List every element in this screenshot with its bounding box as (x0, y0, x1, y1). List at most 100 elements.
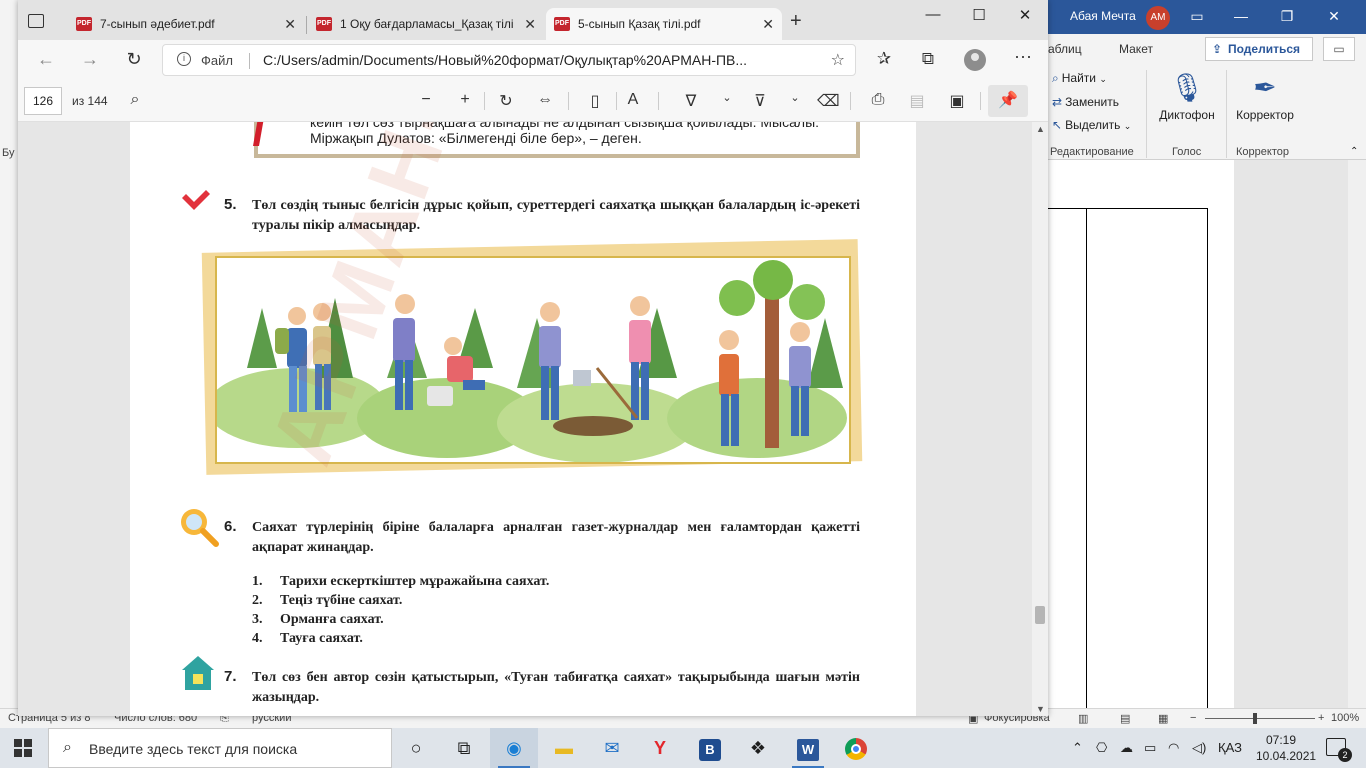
save-as-icon[interactable]: ▣ (946, 91, 968, 111)
info-icon[interactable]: i (177, 52, 191, 66)
read-mode-icon[interactable]: ▥ (1078, 712, 1088, 725)
tab-5-synyp-kazak-tili[interactable]: PDF 5-сынып Қазақ тілі.pdf ✕ (546, 8, 782, 40)
tab-7-synyp-adebiet[interactable]: PDF 7-сынып әдебиет.pdf ✕ (68, 8, 304, 40)
battery-icon[interactable]: ▭ (1144, 740, 1156, 756)
fit-page-icon[interactable]: ⇔ (534, 91, 556, 109)
page-number-input[interactable]: 126 (24, 87, 62, 115)
scroll-thumb[interactable] (1035, 606, 1045, 624)
chevron-down-icon[interactable]: ⌄ (784, 91, 806, 104)
scroll-down-icon[interactable]: ▼ (1036, 704, 1045, 714)
list-number: 1. (252, 574, 263, 589)
meet-now-icon[interactable]: ⎔ (1096, 740, 1107, 756)
bitrix-icon[interactable]: B (686, 728, 734, 768)
zoom-slider-thumb[interactable] (1253, 713, 1257, 724)
forward-arrow-icon[interactable]: → (78, 49, 102, 70)
close-tab-icon[interactable]: ✕ (762, 8, 774, 40)
word-avatar[interactable]: АМ (1146, 6, 1170, 30)
list-text: Тарихи ескерткіштер мұражайына саяхат. (280, 574, 550, 589)
zoom-in-icon[interactable]: + (1318, 712, 1324, 724)
word-tab-layout[interactable]: Макет (1119, 42, 1153, 56)
collections-icon[interactable]: ⧉ (916, 49, 940, 69)
minimize-icon[interactable]: — (921, 6, 945, 23)
draw-icon[interactable]: ∇ (680, 91, 702, 111)
comments-button[interactable]: ▭ (1323, 37, 1355, 61)
file-explorer-icon[interactable]: ▬ (540, 728, 588, 768)
zoom-out-icon[interactable]: − (1190, 712, 1196, 724)
scroll-up-icon[interactable]: ▲ (1036, 124, 1045, 134)
zoom-slider[interactable] (1205, 718, 1315, 719)
replace-button[interactable]: ⇄ Заменить (1052, 95, 1119, 109)
word-restore-icon[interactable]: ❐ (1277, 8, 1297, 25)
close-window-icon[interactable]: ✕ (1013, 6, 1037, 24)
refresh-icon[interactable]: ↻ (122, 49, 146, 70)
print-layout-icon[interactable]: ▤ (1120, 712, 1130, 725)
editor-pen-icon: ✒ (1253, 72, 1277, 103)
dropbox-icon[interactable]: ❖ (734, 728, 782, 768)
read-aloud-icon[interactable]: A (622, 91, 644, 109)
close-tab-icon[interactable]: ✕ (284, 8, 296, 40)
close-tab-icon[interactable]: ✕ (524, 8, 536, 40)
find-button[interactable]: ⌕ Найти ⌄ (1052, 71, 1107, 86)
rotate-icon[interactable]: ↻ (495, 91, 517, 111)
share-button[interactable]: ⇪ Поделиться (1205, 37, 1313, 61)
chrome-icon[interactable] (832, 728, 880, 768)
word-scrollbar[interactable] (1348, 160, 1366, 708)
word-tab-table[interactable]: аблиц (1048, 42, 1082, 56)
dictate-button[interactable]: 🎙 Диктофон (1156, 68, 1218, 122)
word-close-icon[interactable]: ✕ (1324, 8, 1344, 25)
zoom-out-icon[interactable]: − (415, 91, 437, 109)
taskbar-clock[interactable]: 07:19 10.04.2021 (1256, 732, 1316, 764)
zoom-in-icon[interactable]: + (454, 91, 476, 109)
pin-toolbar-button[interactable]: 📌 (988, 85, 1028, 117)
input-language[interactable]: ҚАЗ (1218, 740, 1242, 755)
ribbon-divider (1146, 70, 1147, 158)
word-minimize-icon[interactable]: — (1231, 8, 1251, 24)
word-ribbon-display-icon[interactable]: ▭ (1187, 8, 1207, 25)
search-icon[interactable]: ⌕ (124, 91, 146, 109)
address-url[interactable]: C:/Users/admin/Documents/Новый%20формат/… (263, 52, 823, 68)
task-7-number: 7. (224, 668, 237, 685)
wifi-icon[interactable]: ◠ (1168, 740, 1179, 756)
task-view-icon[interactable]: ⧉ (440, 728, 488, 768)
notification-count: 2 (1338, 748, 1352, 762)
page-view-icon[interactable]: ▯ (584, 91, 606, 111)
save-icon[interactable]: ▤ (906, 91, 928, 111)
mail-icon[interactable]: ✉ (588, 728, 636, 768)
more-menu-icon[interactable]: ··· (1014, 46, 1032, 67)
cortana-icon[interactable]: ○ (392, 728, 440, 768)
print-icon[interactable]: ⎙ (867, 91, 889, 109)
notifications-icon[interactable]: 2 (1326, 738, 1352, 762)
word-taskbar-icon[interactable]: W (784, 728, 832, 768)
pdf-scrollbar[interactable]: ▲ ▼ (1032, 122, 1048, 716)
add-favorite-icon[interactable]: ☆ (831, 50, 845, 70)
tab-actions-icon[interactable] (28, 14, 44, 28)
yandex-browser-icon[interactable]: Y (636, 728, 684, 768)
favorites-icon[interactable]: ✰ (872, 49, 896, 69)
address-bar[interactable]: i Файл C:/Users/admin/Documents/Новый%20… (162, 44, 856, 76)
volume-icon[interactable]: ◁) (1192, 740, 1206, 756)
word-left-strip-text: Бу (2, 147, 15, 159)
new-tab-button[interactable]: + (790, 10, 802, 33)
taskbar-search[interactable]: ⌕ Введите здесь текст для поиска (48, 728, 392, 768)
chevron-down-icon: ⌄ (1099, 74, 1107, 84)
show-hidden-icons[interactable]: ⌃ (1072, 740, 1083, 756)
windows-start-icon[interactable] (14, 739, 32, 757)
replace-label: Заменить (1065, 95, 1119, 109)
profile-avatar[interactable] (964, 49, 986, 71)
collapse-ribbon-icon[interactable]: ⌃ (1350, 146, 1358, 157)
maximize-icon[interactable]: ☐ (967, 6, 991, 24)
tab-oku-bagdarlamasy[interactable]: PDF 1 Оқу бағдарламасы_Қазақ тілі ✕ (308, 8, 544, 40)
editor-button[interactable]: ✒ Корректор (1232, 68, 1298, 122)
zoom-level[interactable]: 100% (1331, 712, 1359, 724)
house-icon (182, 656, 214, 690)
eraser-icon[interactable]: ⌫ (817, 91, 840, 111)
web-layout-icon[interactable]: ▦ (1158, 712, 1168, 725)
edge-taskbar-icon[interactable]: ◉ (490, 728, 538, 768)
chevron-down-icon[interactable]: ⌄ (716, 91, 738, 104)
list-text: Тауға саяхат. (280, 631, 363, 646)
tab-divider (306, 16, 307, 34)
onedrive-icon[interactable]: ☁ (1120, 740, 1133, 756)
highlight-icon[interactable]: ⊽ (749, 91, 771, 111)
select-button[interactable]: ↖ Выделить ⌄ (1052, 118, 1131, 132)
back-arrow-icon[interactable]: ← (34, 49, 58, 70)
